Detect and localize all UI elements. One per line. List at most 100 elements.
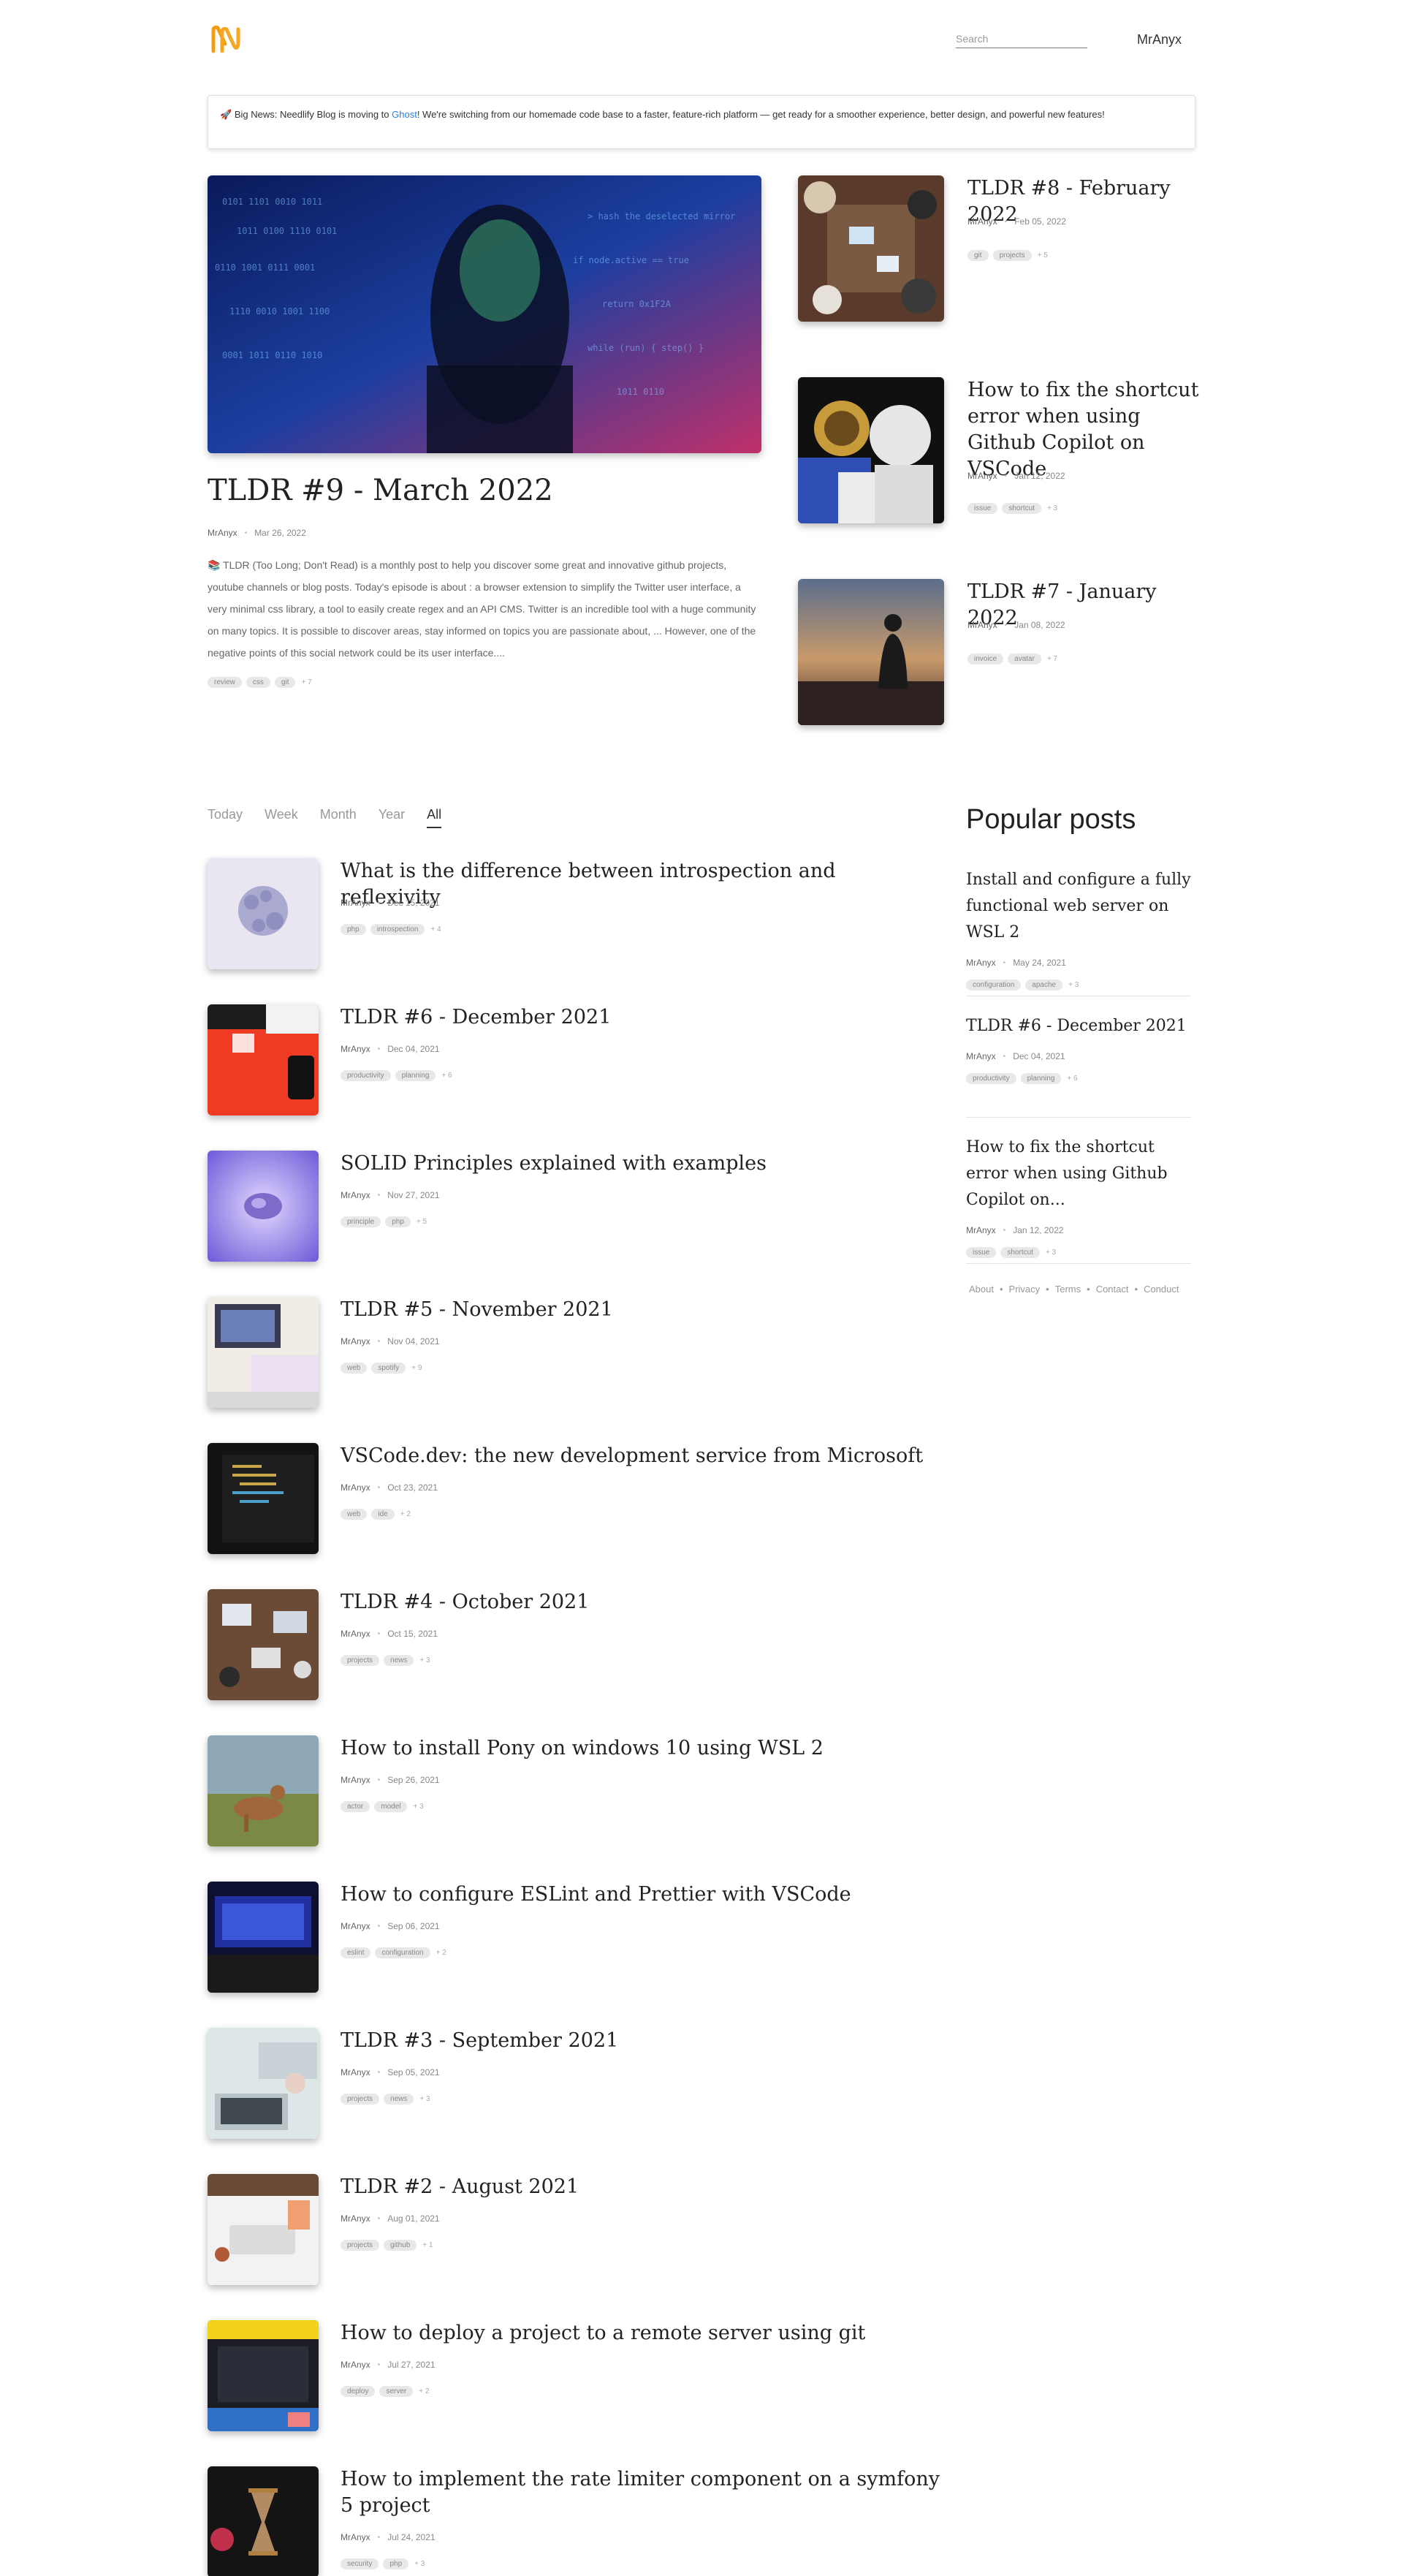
post-author[interactable]: MrAnyx (966, 1225, 996, 1235)
ghost-link[interactable]: Ghost (392, 109, 417, 120)
post-author[interactable]: MrAnyx (341, 1775, 370, 1785)
tag-chip[interactable]: configuration (966, 980, 1022, 990)
post-author[interactable]: MrAnyx (341, 2213, 370, 2224)
tag-chip[interactable]: git (967, 250, 989, 261)
post-author[interactable]: MrAnyx (208, 528, 237, 538)
tag-chip[interactable]: web (341, 1363, 368, 1374)
list-item[interactable]: What is the difference between introspec… (208, 858, 938, 972)
post-title[interactable]: How to implement the rate limiter compon… (341, 2466, 940, 2519)
tag-chip[interactable]: eslint (341, 1947, 371, 1958)
post-title[interactable]: TLDR #3 - September 2021 (341, 2028, 940, 2054)
popular-post-item[interactable]: Install and configure a fully functional… (966, 867, 1191, 990)
tag-chip[interactable]: php (383, 2558, 409, 2569)
list-item[interactable]: How to implement the rate limiter compon… (208, 2466, 940, 2576)
tag-chip[interactable]: php (341, 924, 366, 935)
post-thumbnail[interactable] (208, 1443, 319, 1554)
tag-chip[interactable]: productivity (341, 1070, 391, 1081)
tag-chip[interactable]: news (384, 1655, 414, 1666)
post-title[interactable]: SOLID Principles explained with examples (341, 1151, 940, 1177)
tag-chip[interactable]: projects (341, 2094, 380, 2105)
tab-all[interactable]: All (427, 807, 442, 828)
tag-chip[interactable]: avatar (1008, 654, 1041, 664)
tag-chip[interactable]: deploy (341, 2386, 376, 2397)
footer-link-contact[interactable]: Contact (1096, 1284, 1129, 1295)
list-item[interactable]: SOLID Principles explained with examples… (208, 1151, 938, 1265)
side-post-thumbnail[interactable] (798, 175, 944, 322)
tag-chip[interactable]: actor (341, 1801, 370, 1812)
tag-chip[interactable]: spotify (371, 1363, 406, 1374)
user-menu-link[interactable]: MrAnyx (1137, 32, 1182, 48)
post-thumbnail[interactable] (208, 1589, 319, 1700)
tag-chip[interactable]: review (208, 677, 242, 688)
tab-year[interactable]: Year (379, 807, 405, 828)
tag-chip[interactable]: projects (992, 250, 1032, 261)
list-item[interactable]: TLDR #5 - November 2021 MrAnyx • Nov 04, 20… (208, 1297, 938, 1411)
footer-link-terms[interactable]: Terms (1055, 1284, 1081, 1295)
post-thumbnail[interactable] (208, 2320, 319, 2431)
post-thumbnail[interactable] (208, 1882, 319, 1993)
post-author[interactable]: MrAnyx (341, 1921, 370, 1931)
tag-chip[interactable]: issue (966, 1247, 997, 1258)
post-thumbnail[interactable] (208, 1004, 319, 1115)
list-item[interactable]: TLDR #3 - September 2021 MrAnyx • Sep 05, 2… (208, 2028, 938, 2142)
tag-chip[interactable]: principle (341, 1216, 381, 1227)
list-item[interactable]: TLDR #4 - October 2021 MrAnyx • Oct 15, 202… (208, 1589, 938, 1703)
popular-post-title[interactable]: TLDR #6 - December 2021 (966, 1013, 1191, 1039)
list-item[interactable]: TLDR #6 - December 2021 MrAnyx • Dec 04, 20… (208, 1004, 938, 1118)
post-title[interactable]: TLDR #4 - October 2021 (341, 1589, 940, 1615)
post-title[interactable]: TLDR #6 - December 2021 (341, 1004, 940, 1031)
tag-chip[interactable]: github (384, 2240, 417, 2251)
tag-chip[interactable]: ide (371, 1509, 395, 1520)
tag-chip[interactable]: model (374, 1801, 408, 1812)
tag-chip[interactable]: productivity (966, 1073, 1016, 1084)
featured-post-title[interactable]: TLDR #9 - March 2022 (208, 474, 553, 507)
tag-chip[interactable]: configuration (375, 1947, 430, 1958)
tag-chip[interactable]: projects (341, 1655, 380, 1666)
popular-post-item[interactable]: How to fix the shortcut error when using… (966, 1134, 1191, 1258)
post-author[interactable]: MrAnyx (966, 958, 996, 968)
list-item[interactable]: How to configure ESLint and Prettier wit… (208, 1882, 938, 1996)
post-author[interactable]: MrAnyx (967, 216, 997, 227)
post-title[interactable]: VSCode.dev: the new development service … (341, 1443, 940, 1469)
post-author[interactable]: MrAnyx (341, 2532, 370, 2542)
tag-chip[interactable]: shortcut (1000, 1247, 1040, 1258)
footer-link-about[interactable]: About (969, 1284, 994, 1295)
list-item[interactable]: TLDR #2 - August 2021 MrAnyx • Aug 01, 2021… (208, 2174, 938, 2288)
tag-chip[interactable]: introspection (370, 924, 425, 935)
side-post-thumbnail[interactable] (798, 579, 944, 725)
post-title[interactable]: How to configure ESLint and Prettier wit… (341, 1882, 940, 1908)
side-post-card[interactable]: How to fix the shortcut error when using… (798, 377, 1198, 523)
list-item[interactable]: VSCode.dev: the new development service … (208, 1443, 938, 1557)
footer-link-privacy[interactable]: Privacy (1009, 1284, 1041, 1295)
post-title[interactable]: TLDR #5 - November 2021 (341, 1297, 940, 1323)
post-title[interactable]: How to install Pony on windows 10 using … (341, 1735, 940, 1762)
post-author[interactable]: MrAnyx (967, 471, 997, 481)
tab-today[interactable]: Today (208, 807, 243, 828)
post-author[interactable]: MrAnyx (341, 898, 370, 908)
post-author[interactable]: MrAnyx (341, 1190, 370, 1200)
footer-link-conduct[interactable]: Conduct (1144, 1284, 1179, 1295)
side-post-title[interactable]: How to fix the shortcut error when using… (967, 377, 1201, 482)
post-author[interactable]: MrAnyx (967, 620, 997, 630)
post-author[interactable]: MrAnyx (341, 2360, 370, 2370)
tab-week[interactable]: Week (265, 807, 298, 828)
tag-chip[interactable]: security (341, 2558, 379, 2569)
list-item[interactable]: How to deploy a project to a remote serv… (208, 2320, 938, 2434)
post-title[interactable]: TLDR #2 - August 2021 (341, 2174, 940, 2200)
post-thumbnail[interactable] (208, 1151, 319, 1262)
tag-chip[interactable]: php (385, 1216, 411, 1227)
tag-chip[interactable]: apache (1025, 980, 1063, 990)
popular-post-item[interactable]: TLDR #6 - December 2021 MrAnyx • Dec 04,… (966, 1013, 1191, 1084)
post-author[interactable]: MrAnyx (341, 1336, 370, 1346)
featured-post-image[interactable]: 0101 1101 0010 1011 1011 0100 1110 0101 … (208, 175, 761, 453)
post-author[interactable]: MrAnyx (341, 1482, 370, 1493)
list-item[interactable]: How to install Pony on windows 10 using … (208, 1735, 938, 1849)
popular-post-title[interactable]: How to fix the shortcut error when using… (966, 1134, 1191, 1213)
post-thumbnail[interactable] (208, 2028, 319, 2139)
tag-chip[interactable]: news (384, 2094, 414, 2105)
tag-chip[interactable]: projects (341, 2240, 380, 2251)
tag-chip[interactable]: shortcut (1002, 503, 1041, 514)
post-title[interactable]: How to deploy a project to a remote serv… (341, 2320, 940, 2346)
post-author[interactable]: MrAnyx (341, 2067, 370, 2077)
tag-chip[interactable]: issue (967, 503, 998, 514)
